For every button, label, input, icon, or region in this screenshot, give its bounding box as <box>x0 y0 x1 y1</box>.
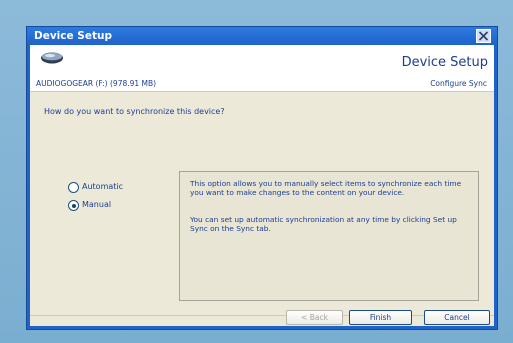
device-setup-dialog: Device Setup Device Setup AUDIOGOGEAR (F… <box>27 27 497 329</box>
close-button[interactable] <box>476 29 491 43</box>
sync-question: How do you want to synchronize this devi… <box>44 107 225 116</box>
close-icon <box>478 31 489 41</box>
wizard-header: Device Setup AUDIOGOGEAR (F:) (978.91 MB… <box>30 45 494 92</box>
back-button[interactable]: < Back <box>286 310 343 325</box>
option-description-panel: This option allows you to manually selec… <box>179 171 479 301</box>
header-title: Device Setup <box>401 55 488 70</box>
window-title: Device Setup <box>34 30 112 42</box>
title-bar[interactable]: Device Setup <box>27 27 497 45</box>
cancel-button[interactable]: Cancel <box>424 310 490 325</box>
description-text-2: You can set up automatic synchronization… <box>190 215 457 233</box>
device-name: AUDIOGOGEAR (F:) (978.91 MB) <box>36 79 157 88</box>
description-text-1: This option allows you to manually selec… <box>190 179 462 197</box>
wizard-step-name: Configure Sync <box>430 79 487 88</box>
portable-device-icon <box>41 52 63 64</box>
manual-radio[interactable] <box>68 200 79 211</box>
automatic-label[interactable]: Automatic <box>82 182 123 191</box>
finish-button[interactable]: Finish <box>349 310 412 325</box>
automatic-radio[interactable] <box>68 182 79 193</box>
selected-dot <box>71 203 76 208</box>
dialog-client-area: Device Setup AUDIOGOGEAR (F:) (978.91 MB… <box>30 45 494 326</box>
manual-label[interactable]: Manual <box>82 200 111 209</box>
